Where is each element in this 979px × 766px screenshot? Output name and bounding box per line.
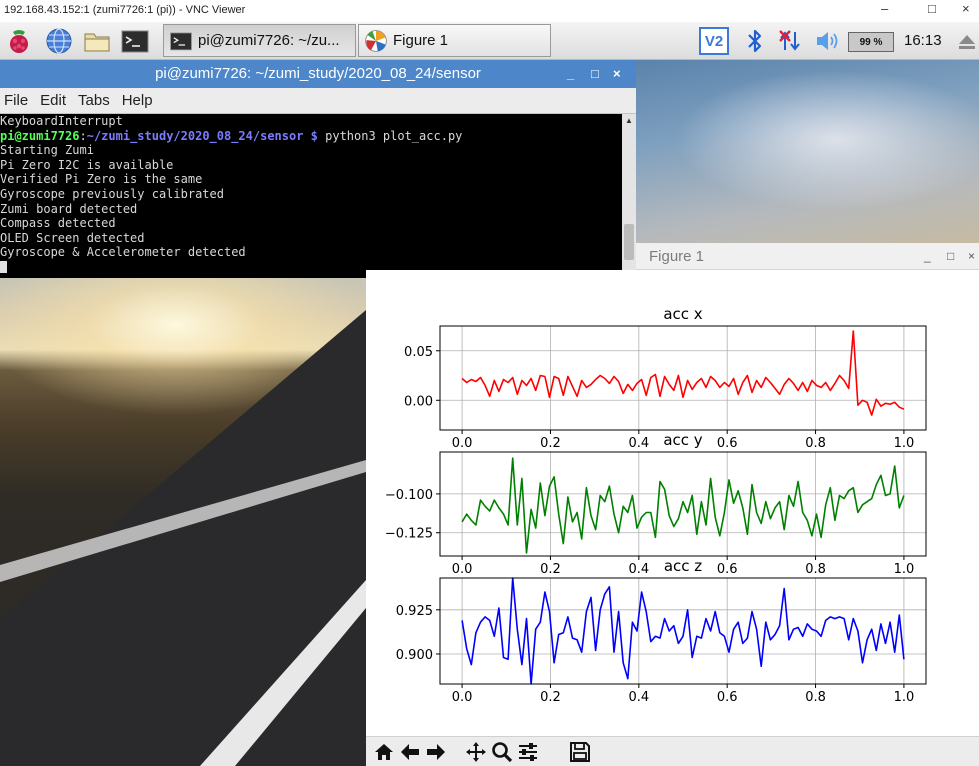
taskbar: pi@zumi7726: ~/zu... Figure 1 V2 99 % 16…	[0, 22, 979, 60]
figure-maximize-button[interactable]: □	[947, 249, 954, 263]
y-tick-label: −0.100	[385, 488, 433, 503]
terminal-line: Starting Zumi	[0, 143, 94, 158]
x-tick-label: 0.6	[717, 690, 738, 705]
data-series-line	[461, 330, 905, 416]
subplot-title: acc y	[663, 431, 702, 449]
figure-minimize-button[interactable]: _	[924, 249, 931, 263]
y-tick-label: 0.05	[404, 345, 433, 360]
vnc-window-title: 192.168.43.152:1 (zumi7726:1 (pi)) - VNC…	[4, 4, 246, 16]
figure-title: Figure 1	[649, 248, 705, 265]
task-figure[interactable]: Figure 1	[358, 24, 551, 57]
plot-area: 0.0 0.2 0.4 0.6 0.8 1.0 0.00 0.05 acc x 0.0 0.2 0.4…	[385, 305, 927, 705]
x-tick-label: 0.8	[805, 562, 826, 577]
terminal-close-button[interactable]: ×	[613, 66, 621, 81]
terminal-line: Pi Zero I2C is available	[0, 157, 174, 172]
vnc-minimize-button[interactable]: –	[881, 1, 888, 16]
terminal-minimize-button[interactable]: _	[567, 66, 574, 81]
task-terminal-label: pi@zumi7726: ~/zu...	[198, 32, 340, 49]
scroll-up-icon[interactable]: ▲	[622, 114, 636, 128]
terminal-line: Verified Pi Zero is the same	[0, 172, 203, 187]
forward-arrow-icon[interactable]	[424, 740, 448, 764]
terminal-icon[interactable]	[120, 26, 150, 56]
prompt-path: ~/zumi_study/2020_08_24/sensor $	[86, 128, 318, 143]
terminal-line: Gyroscope previously calibrated	[0, 186, 224, 201]
x-tick-label: 1.0	[894, 436, 915, 451]
task-terminal[interactable]: pi@zumi7726: ~/zu...	[163, 24, 356, 57]
figure-close-button[interactable]: ×	[968, 249, 975, 263]
network-disconnected-icon[interactable]	[777, 28, 805, 54]
x-tick-label: 0.4	[628, 690, 649, 705]
x-tick-label: 0.0	[452, 562, 473, 577]
figure-canvas[interactable]: 0.0 0.2 0.4 0.6 0.8 1.0 0.00 0.05 acc x 0.0 0.2 0.4…	[366, 270, 979, 736]
terminal-title: pi@zumi7726: ~/zumi_study/2020_08_24/sen…	[155, 65, 481, 82]
zoom-icon[interactable]	[490, 740, 514, 764]
y-tick-label: 0.900	[396, 648, 433, 663]
x-tick-label: 1.0	[894, 562, 915, 577]
data-series-line	[461, 457, 905, 554]
figure-icon	[365, 29, 387, 52]
volume-icon[interactable]	[814, 28, 840, 54]
terminal-scrollbar[interactable]: ▲	[622, 114, 636, 278]
x-tick-label: 0.2	[540, 562, 561, 577]
menu-tabs[interactable]: Tabs	[78, 92, 110, 109]
x-tick-label: 1.0	[894, 690, 915, 705]
bluetooth-icon[interactable]	[744, 28, 766, 54]
terminal-prompt-line: pi@zumi7726:~/zumi_study/2020_08_24/sens…	[0, 128, 463, 143]
text-cursor	[0, 260, 7, 273]
vnc-close-button[interactable]: ×	[962, 1, 970, 16]
x-tick-label: 0.0	[452, 690, 473, 705]
x-tick-label: 0.0	[452, 436, 473, 451]
scrollbar-thumb[interactable]	[624, 224, 634, 260]
terminal-maximize-button[interactable]: □	[591, 66, 599, 81]
data-series-line	[461, 577, 905, 685]
x-tick-label: 0.4	[628, 562, 649, 577]
back-arrow-icon[interactable]	[398, 740, 422, 764]
prompt-command: python3 plot_acc.py	[317, 128, 463, 143]
clock[interactable]: 16:13	[904, 32, 942, 49]
terminal-line: OLED Screen detected	[0, 230, 145, 245]
menu-edit[interactable]: Edit	[40, 92, 66, 109]
y-tick-label: −0.125	[385, 527, 433, 542]
vnc-title-bar: 192.168.43.152:1 (zumi7726:1 (pi)) - VNC…	[0, 0, 979, 22]
web-browser-icon[interactable]	[44, 26, 74, 56]
terminal-menu-bar: File Edit Tabs Help	[0, 88, 636, 114]
pan-icon[interactable]	[464, 740, 488, 764]
subplot-title: acc z	[664, 557, 702, 575]
terminal-window[interactable]: pi@zumi7726: ~/zumi_study/2020_08_24/sen…	[0, 60, 636, 278]
vnc-server-icon[interactable]: V2	[699, 27, 729, 55]
vnc-restore-button[interactable]: □	[928, 1, 936, 16]
subplot-title: acc x	[663, 305, 702, 323]
cpu-usage-monitor[interactable]: 99 %	[848, 32, 894, 52]
x-tick-label: 0.8	[805, 436, 826, 451]
eject-icon[interactable]	[958, 34, 976, 50]
figure-toolbar	[366, 736, 979, 766]
x-tick-label: 0.4	[628, 436, 649, 451]
file-manager-icon[interactable]	[82, 26, 112, 56]
home-icon[interactable]	[372, 740, 396, 764]
terminal-output[interactable]: KeyboardInterrupt pi@zumi7726:~/zumi_stud…	[0, 114, 622, 278]
x-tick-label: 0.6	[717, 436, 738, 451]
figure-title-bar[interactable]: Figure 1 _ □ ×	[636, 243, 979, 270]
save-icon[interactable]	[568, 740, 592, 764]
terminal-line: Gyroscope & Accelerometer detected	[0, 245, 246, 260]
x-tick-label: 0.6	[717, 562, 738, 577]
axes-frame	[439, 577, 927, 685]
terminal-line: KeyboardInterrupt	[0, 114, 123, 128]
x-tick-label: 0.2	[540, 690, 561, 705]
terminal-line: Compass detected	[0, 216, 116, 231]
terminal-icon	[170, 32, 192, 50]
x-tick-label: 0.2	[540, 436, 561, 451]
y-tick-label: 0.925	[396, 604, 433, 619]
raspberry-menu-icon[interactable]	[4, 26, 34, 56]
terminal-title-bar[interactable]: pi@zumi7726: ~/zumi_study/2020_08_24/sen…	[0, 60, 636, 88]
menu-file[interactable]: File	[4, 92, 28, 109]
task-figure-label: Figure 1	[393, 32, 449, 49]
x-tick-label: 0.8	[805, 690, 826, 705]
sky-clouds-image	[636, 60, 979, 250]
subplots-config-icon[interactable]	[516, 740, 540, 764]
prompt-user: pi@zumi7726	[0, 128, 80, 143]
menu-help[interactable]: Help	[122, 92, 153, 109]
y-tick-label: 0.00	[404, 394, 433, 409]
terminal-line: Zumi board detected	[0, 201, 138, 216]
